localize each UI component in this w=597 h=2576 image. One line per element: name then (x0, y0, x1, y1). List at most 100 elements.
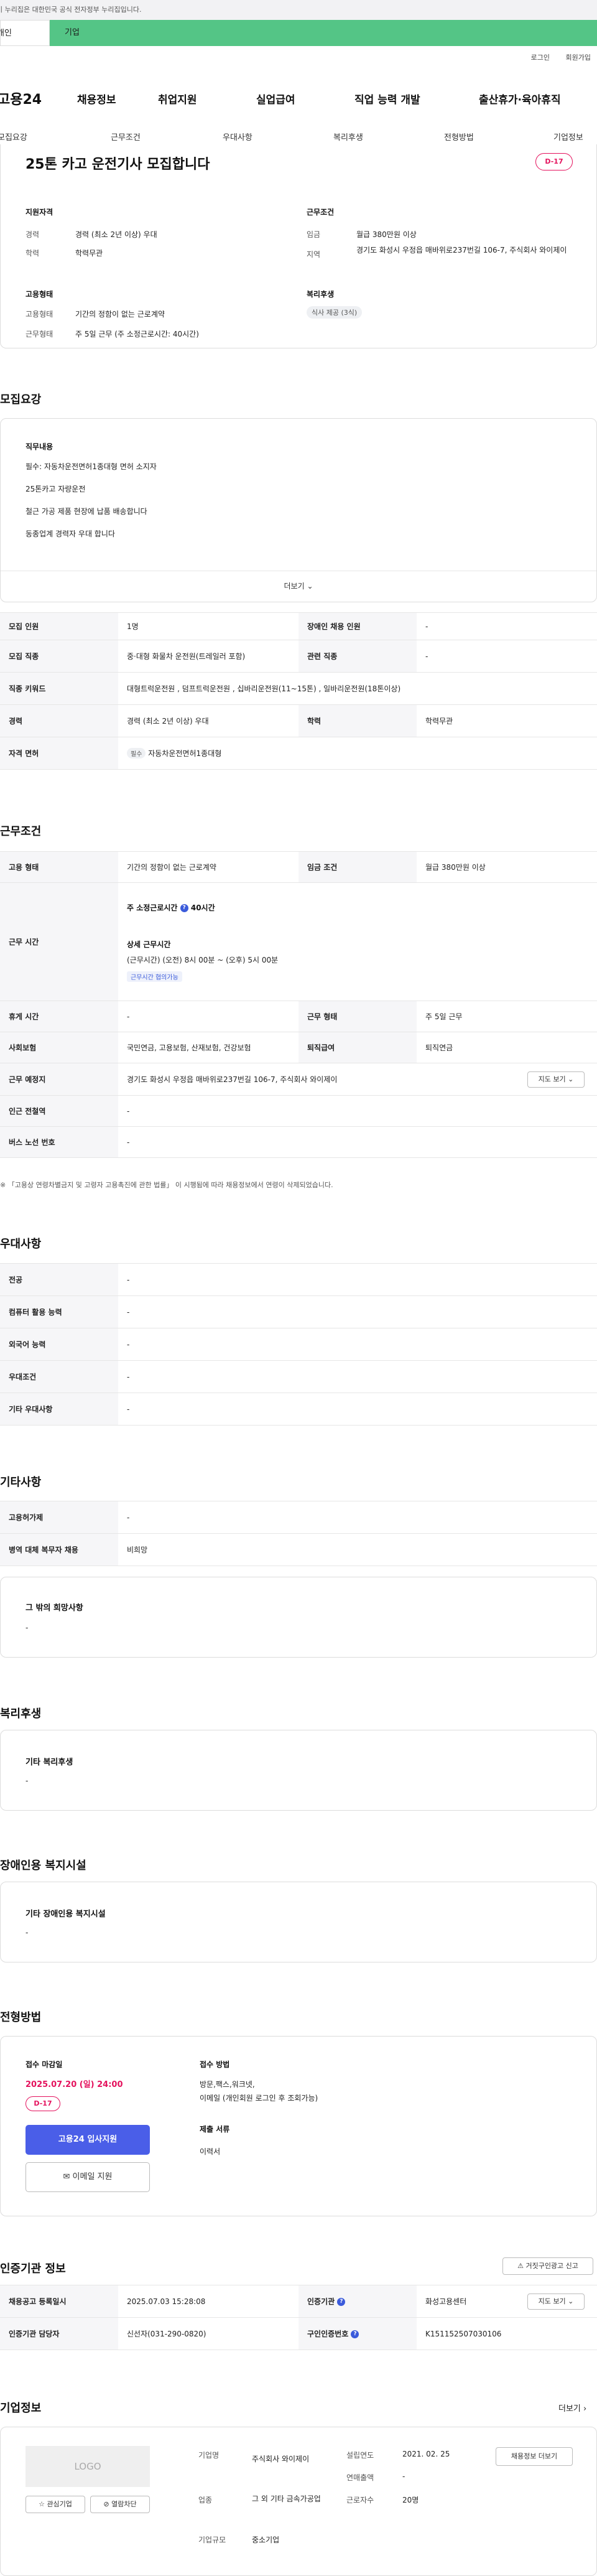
hours-week-label: 주 소정근로시간 (127, 903, 178, 912)
emptype-label: 고용형태 (25, 310, 53, 319)
welfare-pill: 식사 제공 (3식) (307, 306, 363, 319)
cell-label: 우대조건 (0, 1360, 118, 1393)
more-button[interactable]: 더보기 ⌄ (1, 571, 596, 602)
cell-label: 외국어 능력 (0, 1328, 118, 1361)
cell-value: - (118, 1126, 597, 1158)
table-row: 모집 직종 중·대형 화물차 운전원(트레일러 포함) 관련 직종 - (0, 640, 597, 673)
method-value: 방문,팩스,워크넷, 이메일 (개인회원 로그인 후 조회가능) (200, 2078, 318, 2105)
cell-label: 구인인증번호 ? (298, 2317, 417, 2350)
cell-value: 2025.07.03 15:28:08 (118, 2285, 298, 2318)
favorite-label: 관심기업 (47, 2500, 72, 2508)
chevron-right-icon: › (583, 2404, 587, 2414)
agency-label: 인증기관 (307, 2297, 335, 2306)
company-card: LOGO ☆ 관심기업 ⊘ 열람차단 기업명 주식회사 와이제이 업종 그 외 … (0, 2427, 597, 2576)
cell-value: 기간의 정함이 없는 근로계약 (118, 851, 298, 883)
place-cell: 경기도 화성시 우정읍 매바위로237번길 106-7, 주식회사 와이제이 지… (118, 1063, 597, 1096)
screening-heading: 전형방법 (0, 2011, 42, 2024)
map-button-label: 지도 보기 (538, 2297, 566, 2305)
info-icon[interactable]: ? (337, 2298, 346, 2306)
report-button[interactable]: ⚠ 거짓구인광고 신고 (502, 2257, 593, 2275)
career-value: 경력 (최소 2년 이상) 우대 (75, 230, 157, 239)
duty-card: 직무내용 필수: 자동차운전면허1종대형 면허 소지자 25톤카고 자량운전 철… (0, 418, 597, 602)
cond-title: 근무조건 (307, 208, 335, 217)
pref-heading: 우대사항 (0, 1238, 42, 1251)
num-label: 구인인증번호 (307, 2330, 349, 2338)
cell-value: - (118, 1095, 597, 1127)
login-link[interactable]: 로그인 (531, 54, 550, 62)
cell-label: 인증기관 ? (298, 2285, 417, 2318)
tab-welfare[interactable]: 복리후생 (333, 131, 363, 142)
chevron-down-icon: ⌄ (568, 2297, 574, 2305)
gov-tabs: 개인 기업 (0, 20, 597, 46)
deadline-value: 2025.07.20 (일) 24:00 (25, 2080, 123, 2089)
cell-label: 기타 우대사항 (0, 1393, 118, 1426)
disabled-card: 기타 장애인용 복지시설 - (0, 1882, 597, 1962)
pref-table: 전공 - 컴퓨터 활용 능력 - 외국어 능력 - 우대조건 - 기타 우대사항 - (0, 1263, 597, 1426)
conditions-table: 고용 형태 기간의 정함이 없는 근로계약 임금 조건 월급 380만원 이상 … (0, 851, 597, 1158)
nav-jobs[interactable]: 채용정보 (77, 91, 158, 106)
recruit-table: 모집 인원 1명 장애인 채용 인원 - 모집 직종 중·대형 화물차 운전원(… (0, 612, 597, 770)
cell-label: 고용 형태 (0, 851, 118, 883)
favorite-button[interactable]: ☆ 관심기업 (25, 2496, 85, 2513)
tab-screening[interactable]: 전형방법 (444, 131, 474, 142)
nav-unemployment-benefit[interactable]: 실업급여 (256, 91, 354, 106)
info-icon[interactable]: ? (180, 903, 188, 912)
star-icon: ☆ (39, 2500, 45, 2508)
region-value: 경기도 화성시 우정읍 매바위로237번길 106-7, 주식회사 와이제이 (356, 246, 567, 254)
edu-label: 학력 (25, 249, 40, 258)
tab-business[interactable]: 기업 (50, 20, 597, 46)
map-button[interactable]: 지도 보기 ⌄ (527, 1071, 585, 1088)
tab-conditions[interactable]: 근무조건 (111, 131, 141, 142)
other-title: 그 밖의 희망사항 (25, 1603, 83, 1613)
etc-table: 고용허가제 - 병역 대체 복무자 채용 비희망 (0, 1501, 597, 1566)
region-label: 지역 (307, 250, 321, 259)
cell-value: 월급 380만원 이상 (417, 851, 597, 883)
hours-week-value: 40시간 (190, 903, 215, 912)
table-row: 휴게 시간 - 근무 형태 주 5일 근무 (0, 1001, 597, 1032)
company-heading: 기업정보 (0, 2402, 42, 2415)
site-logo[interactable]: 고용24 (0, 88, 77, 108)
tab-personal[interactable]: 개인 (0, 20, 50, 46)
chevron-down-icon: ⌄ (307, 582, 313, 590)
cell-label: 관련 직종 (298, 640, 417, 673)
cell-label: 컴퓨터 활용 능력 (0, 1295, 118, 1328)
apply-button[interactable]: 고용24 입사지원 (25, 2125, 150, 2155)
duty-line: 철근 가공 제품 현장에 납품 배송합니다 (25, 507, 147, 516)
table-row: 근무 시간 주 소정근로시간 ? 40시간 상세 근무시간 (근무시간) (오전… (0, 882, 597, 1001)
signup-link[interactable]: 회원가입 (566, 54, 591, 62)
license-value: 자동차운전면허1종대형 (148, 749, 222, 758)
summary-card: 25톤 카고 운전기사 모집합니다 D-17 지원자격 경력 경력 (최소 2년… (0, 144, 597, 348)
etc-heading: 기타사항 (0, 1476, 42, 1489)
tab-company[interactable]: 기업정보 (553, 131, 583, 142)
sales-label: 연매출액 (346, 2473, 374, 2482)
wage-value: 월급 380만원 이상 (356, 230, 417, 239)
nav-vocational-training[interactable]: 직업 능력 개발 (354, 91, 479, 106)
cell-value: 1명 (118, 612, 298, 640)
cell-label: 사회보험 (0, 1032, 118, 1063)
hours-detail: (근무시간) (오전) 8시 00분 ~ (오후) 5시 00분 (127, 955, 279, 964)
screening-card: 접수 마감일 2025.07.20 (일) 24:00 D-17 고용24 입사… (0, 2036, 597, 2216)
cell-value: - (118, 1295, 597, 1328)
table-row: 인증기관 담당자 신선자(031-290-0820) 구인인증번호 ? K151… (0, 2317, 597, 2350)
other-card: 그 밖의 희망사항 - (0, 1577, 597, 1658)
nav-parental-leave[interactable]: 출산휴가·육아휴직 (479, 91, 561, 106)
cell-value: 대형트럭운전원 , 덤프트럭운전원 , 십바리운전원(11~15톤) , 일바리… (118, 672, 597, 705)
tab-recruit[interactable]: 모집요강 (0, 131, 27, 142)
duty-line: 필수: 자동차운전면허1종대형 면허 소지자 (25, 462, 157, 471)
block-icon: ⊘ (103, 2500, 109, 2508)
place-value: 경기도 화성시 우정읍 매바위로237번길 106-7, 주식회사 와이제이 (127, 1075, 338, 1084)
tab-preference[interactable]: 우대사항 (223, 131, 252, 142)
nav-employment-support[interactable]: 취업지원 (158, 91, 256, 106)
info-icon[interactable]: ? (351, 2330, 359, 2338)
table-row: 인근 전철역 - (0, 1095, 597, 1127)
block-button[interactable]: ⊘ 열람차단 (90, 2496, 150, 2513)
company-more-label: 더보기 (558, 2404, 581, 2414)
cell-value: 신선자(031-290-0820) (118, 2317, 298, 2350)
map-button[interactable]: 지도 보기 ⌄ (527, 2294, 585, 2310)
company-jobs-button[interactable]: 채용정보 더보기 (496, 2447, 573, 2466)
more-label: 더보기 (284, 582, 305, 590)
email-apply-button[interactable]: ✉ 이메일 지원 (25, 2162, 150, 2192)
company-more-link[interactable]: 더보기 › (558, 2402, 586, 2414)
cell-label: 고용허가제 (0, 1501, 118, 1534)
cell-value: 퇴직연금 (417, 1032, 597, 1063)
